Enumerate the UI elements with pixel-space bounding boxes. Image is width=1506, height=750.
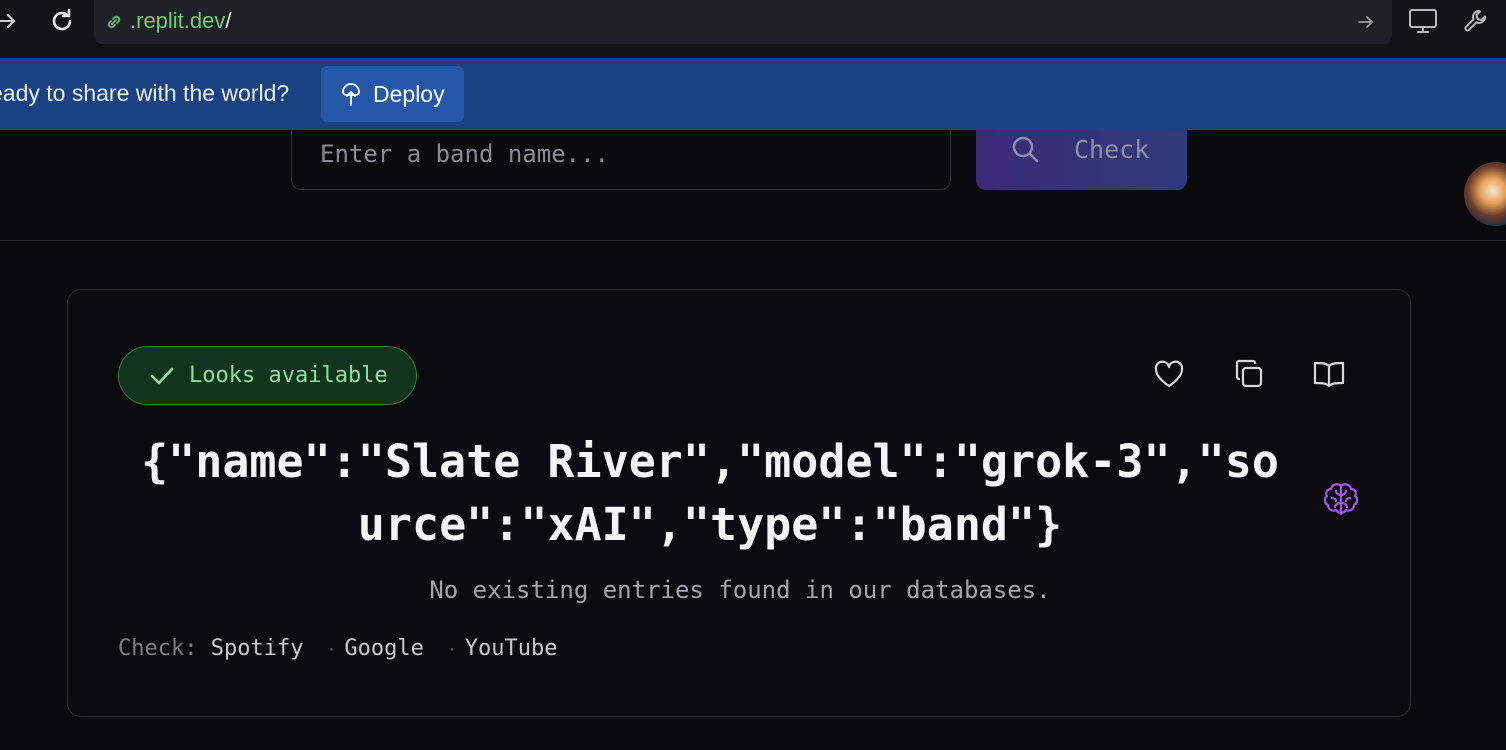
result-card: Looks available {"name":"Slate River","m…: [67, 289, 1411, 717]
checkmark-icon: [150, 367, 174, 384]
favorite-button[interactable]: [1151, 356, 1187, 392]
check-label: Check:: [118, 636, 198, 661]
url-text: .replit.dev/: [130, 8, 232, 33]
divider: [0, 240, 1506, 241]
copy-button[interactable]: [1231, 356, 1267, 392]
check-button-label: Check: [1074, 134, 1150, 164]
reload-button[interactable]: [47, 6, 77, 36]
link-icon: [107, 15, 121, 29]
address-bar[interactable]: .replit.dev/: [94, 0, 1392, 44]
status-badge: Looks available: [118, 346, 417, 405]
go-arrow-icon[interactable]: [1356, 12, 1376, 32]
avatar[interactable]: [1464, 162, 1506, 226]
status-message: No existing entries found in our databas…: [429, 576, 1051, 604]
dictionary-button[interactable]: [1311, 356, 1347, 392]
browser-toolbar: .replit.dev/: [0, 0, 1506, 59]
brain-icon: [1323, 483, 1359, 516]
wrench-icon: [1464, 10, 1486, 32]
band-name-input[interactable]: [318, 136, 922, 172]
search-icon: [1012, 136, 1039, 163]
heart-icon: [1154, 360, 1184, 388]
book-icon: [1313, 361, 1345, 388]
deploy-icon: [342, 83, 360, 106]
status-badge-label: Looks available: [189, 363, 388, 388]
deploy-button[interactable]: Deploy: [321, 66, 464, 122]
devices-button[interactable]: [1408, 6, 1438, 36]
external-check-links: Check: Spotify · Google · YouTube: [118, 636, 557, 661]
spotify-link[interactable]: Spotify: [211, 636, 304, 661]
monitor-icon: [1409, 9, 1437, 33]
deploy-banner: eady to share with the world? Deploy: [0, 58, 1506, 130]
ai-suggestion-button[interactable]: [1321, 480, 1361, 520]
separator-dot: ·: [447, 640, 457, 659]
deploy-button-label: Deploy: [373, 80, 445, 107]
copy-icon: [1235, 359, 1263, 388]
tools-button[interactable]: [1461, 6, 1491, 36]
forward-button[interactable]: [0, 6, 22, 36]
separator-dot: ·: [326, 640, 337, 659]
youtube-link[interactable]: YouTube: [465, 636, 558, 661]
band-name-result: {"name":"Slate River","model":"grok-3","…: [141, 435, 1279, 551]
reload-icon: [52, 8, 72, 31]
deploy-prompt: eady to share with the world?: [0, 80, 290, 106]
forward-arrow-icon: [0, 14, 15, 28]
google-link[interactable]: Google: [344, 636, 423, 661]
